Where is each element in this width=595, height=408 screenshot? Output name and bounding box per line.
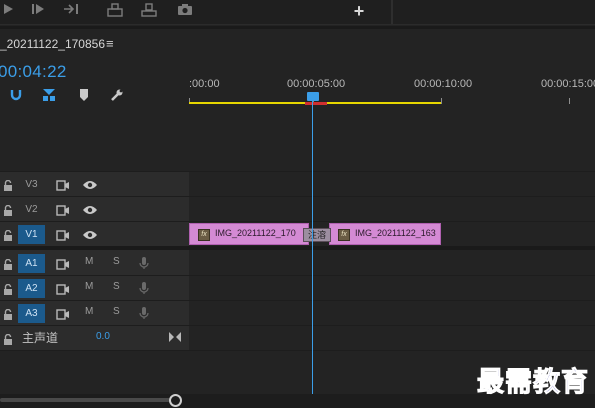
playhead-handle[interactable] (307, 92, 319, 101)
toggle-sync-lock-icon[interactable] (56, 282, 70, 295)
go-to-out-icon[interactable] (63, 3, 81, 19)
snap-icon[interactable] (8, 88, 24, 104)
eye-icon[interactable] (82, 228, 98, 240)
lock-icon[interactable] (3, 228, 13, 241)
add-marker-icon[interactable] (76, 88, 92, 104)
render-bar-red (305, 102, 327, 105)
track-divider (0, 350, 595, 351)
playhead-timecode[interactable]: 00:04:22 (0, 62, 67, 82)
microphone-icon[interactable] (139, 281, 149, 295)
cross-dissolve-transition[interactable]: 注溶 (303, 228, 331, 242)
track-v3-header: V3 (0, 172, 189, 196)
track-divider (0, 171, 595, 172)
mute-button[interactable]: M (85, 256, 93, 267)
ruler-label: 00:00:10:00 (414, 78, 473, 90)
track-v1-header: V1 (0, 222, 189, 246)
track-label-v3[interactable]: V3 (18, 175, 45, 194)
video-clip[interactable]: fx IMG_20211122_163 (329, 223, 441, 245)
eye-icon[interactable] (82, 178, 98, 190)
master-volume-value[interactable]: 0.0 (96, 331, 110, 342)
master-track-label: 主声道 (22, 331, 59, 345)
panel-menu-icon[interactable]: ≡ (106, 36, 114, 51)
fx-badge-icon: fx (198, 229, 210, 241)
clip-name: IMG_20211122_163 (355, 228, 436, 238)
lock-icon[interactable] (3, 332, 13, 345)
track-label-a1[interactable]: A1 (18, 254, 45, 273)
mute-button[interactable]: M (85, 306, 93, 317)
overwrite-icon[interactable] (140, 3, 158, 19)
video-clip[interactable]: fx IMG_20211122_170 (189, 223, 309, 245)
ruler-label: 00:00:15:00 (541, 78, 595, 90)
solo-button[interactable]: S (113, 256, 120, 267)
play-icon[interactable] (0, 3, 18, 19)
track-a2-header: A2 M S (0, 276, 189, 300)
lock-icon[interactable] (3, 307, 13, 320)
track-a3-header: A3 M S (0, 301, 189, 325)
add-button[interactable]: + (350, 1, 368, 21)
toolbar-divider (391, 0, 393, 24)
mute-button[interactable]: M (85, 281, 93, 292)
time-ruler[interactable]: :00:00 00:00:05:00 00:00:10:00 00:00:15:… (189, 70, 595, 106)
sequence-tab[interactable]: _20211122_170856 (0, 37, 105, 51)
wrench-icon[interactable] (109, 88, 125, 104)
clip-name: IMG_20211122_170 (215, 228, 296, 238)
track-label-a2[interactable]: A2 (18, 279, 45, 298)
toggle-sync-lock-icon[interactable] (56, 257, 70, 270)
insert-icon[interactable] (106, 3, 124, 19)
scrollbar-track[interactable] (0, 398, 170, 402)
scrollbar-handle[interactable] (169, 394, 182, 407)
microphone-icon[interactable] (139, 306, 149, 320)
track-divider (0, 275, 595, 276)
solo-button[interactable]: S (113, 306, 120, 317)
eye-icon[interactable] (82, 203, 98, 215)
lock-icon[interactable] (3, 203, 13, 216)
track-label-v2[interactable]: V2 (18, 200, 45, 219)
ruler-tick (569, 98, 570, 104)
watermark-logo: 最需教育 (477, 367, 589, 399)
track-headers: V3 V2 V1 A1 M S A2 M S A3 M S (0, 172, 189, 350)
video-audio-divider[interactable] (0, 246, 595, 250)
linked-selection-icon[interactable] (41, 88, 57, 104)
lock-icon[interactable] (3, 282, 13, 295)
camera-icon[interactable] (176, 3, 194, 19)
step-forward-icon[interactable] (30, 3, 48, 19)
toggle-sync-lock-icon[interactable] (56, 307, 70, 320)
ruler-tick (441, 98, 442, 104)
master-track-header: 主声道 0.0 (0, 326, 189, 350)
program-toolbar: + (0, 0, 595, 25)
track-divider (0, 196, 595, 197)
lock-icon[interactable] (3, 257, 13, 270)
track-label-v1[interactable]: V1 (18, 225, 45, 244)
lock-icon[interactable] (3, 178, 13, 191)
ruler-label: :00:00 (189, 78, 220, 90)
track-divider (0, 221, 595, 222)
microphone-icon[interactable] (139, 256, 149, 270)
track-a1-header: A1 M S (0, 251, 189, 275)
toggle-sync-lock-icon[interactable] (56, 203, 70, 216)
go-to-end-icon[interactable] (168, 330, 182, 344)
playhead-line[interactable] (312, 101, 313, 408)
fx-badge-icon: fx (338, 229, 350, 241)
track-divider (0, 300, 595, 301)
track-v2-header: V2 (0, 197, 189, 221)
toggle-sync-lock-icon[interactable] (56, 178, 70, 191)
toggle-sync-lock-icon[interactable] (56, 228, 70, 241)
ruler-label: 00:00:05:00 (287, 78, 346, 90)
solo-button[interactable]: S (113, 281, 120, 292)
track-label-a3[interactable]: A3 (18, 304, 45, 323)
